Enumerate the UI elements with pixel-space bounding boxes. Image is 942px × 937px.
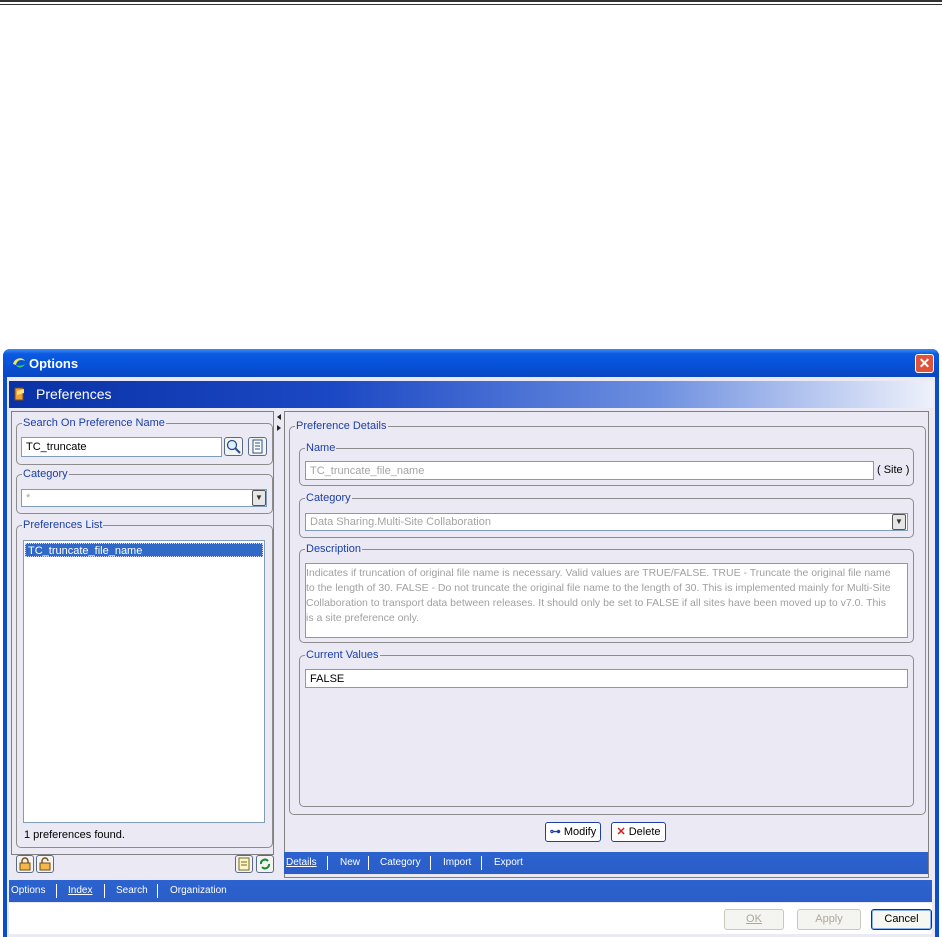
splitter-arrows-icon[interactable] xyxy=(276,412,282,432)
magnifier-icon xyxy=(226,439,241,454)
search-input[interactable]: TC_truncate xyxy=(21,437,222,457)
list-view-button[interactable] xyxy=(248,437,267,456)
close-button[interactable]: ✕ xyxy=(915,354,934,373)
tab-new[interactable]: New xyxy=(340,857,360,868)
delete-button[interactable]: ✕ Delete xyxy=(611,822,666,842)
search-button[interactable] xyxy=(224,437,243,456)
top-rule xyxy=(0,0,942,5)
description-line: Collaboration to transport data between … xyxy=(306,597,886,609)
document-icon xyxy=(238,857,250,871)
tab-separator xyxy=(368,856,369,870)
delete-label: Delete xyxy=(628,826,661,838)
search-legend: Search On Preference Name xyxy=(22,416,166,430)
details-category-dropdown[interactable]: ▼ xyxy=(892,514,906,530)
tab-search[interactable]: Search xyxy=(116,885,148,896)
name-legend: Name xyxy=(305,441,337,455)
left-category-select[interactable]: * xyxy=(21,489,267,507)
preferences-title: Preferences xyxy=(36,386,112,402)
export-list-button[interactable] xyxy=(235,855,253,873)
tab-export[interactable]: Export xyxy=(494,857,523,868)
modify-label: Modify xyxy=(563,826,597,838)
preferences-list[interactable]: TC_truncate_file_name xyxy=(23,540,265,823)
preferences-list-legend: Preferences List xyxy=(22,518,104,532)
description-line: is a site preference only. xyxy=(306,612,420,624)
details-category-legend: Category xyxy=(305,491,352,505)
ok-button[interactable]: OK xyxy=(724,909,784,930)
lock-icon xyxy=(19,857,31,871)
key-icon: ⊶ xyxy=(549,826,561,838)
list-item[interactable]: TC_truncate_file_name xyxy=(25,543,263,557)
description-line: Indicates if truncation of original file… xyxy=(306,567,891,579)
bottom-tab-bar: Options Index Search Organization xyxy=(9,880,932,902)
delete-icon: ✕ xyxy=(616,826,626,838)
current-values-legend: Current Values xyxy=(305,648,380,662)
tab-category[interactable]: Category xyxy=(380,857,421,868)
tab-import[interactable]: Import xyxy=(443,857,471,868)
chevron-down-icon: ▼ xyxy=(895,517,903,526)
cancel-button[interactable]: Cancel xyxy=(871,909,932,930)
unlock-icon xyxy=(39,857,51,871)
footer-bar xyxy=(9,903,932,934)
details-tab-bar: Details New Category Import Export xyxy=(284,852,928,874)
lock-button[interactable] xyxy=(16,855,34,873)
tab-index[interactable]: Index xyxy=(68,885,92,896)
document-list-icon xyxy=(252,439,263,454)
unlock-button[interactable] xyxy=(36,855,54,873)
window-title: Options xyxy=(29,356,79,371)
current-value-field[interactable]: FALSE xyxy=(305,669,908,688)
preferences-header: Preferences xyxy=(9,381,933,408)
title-bar[interactable]: Options ✕ xyxy=(3,349,939,377)
preference-details-legend: Preference Details xyxy=(295,419,388,433)
tab-separator xyxy=(481,856,482,870)
tab-separator xyxy=(157,884,158,898)
preferences-icon xyxy=(14,387,24,401)
tab-separator xyxy=(430,856,431,870)
apply-button[interactable]: Apply xyxy=(797,909,861,930)
description-text: Indicates if truncation of original file… xyxy=(306,566,904,626)
description-line: to the length of 30. FALSE - Do not trun… xyxy=(306,582,891,594)
tab-separator xyxy=(104,884,105,898)
left-category-dropdown[interactable]: ▼ xyxy=(252,490,266,506)
refresh-icon xyxy=(260,858,270,870)
modify-button[interactable]: ⊶ Modify xyxy=(545,822,601,842)
tab-separator xyxy=(327,856,328,870)
left-category-legend: Category xyxy=(22,467,69,481)
tab-separator xyxy=(56,884,57,898)
scope-label: ( Site ) xyxy=(877,464,910,476)
refresh-button[interactable] xyxy=(256,855,274,873)
chevron-down-icon: ▼ xyxy=(255,493,263,502)
name-field[interactable]: TC_truncate_file_name xyxy=(305,461,874,480)
details-category-select[interactable]: Data Sharing.Multi-Site Collaboration xyxy=(305,513,908,531)
tab-details[interactable]: Details xyxy=(286,857,317,868)
close-icon: ✕ xyxy=(918,355,931,371)
app-logo-icon xyxy=(13,358,25,368)
tab-organization[interactable]: Organization xyxy=(170,885,227,896)
tab-options[interactable]: Options xyxy=(11,885,45,896)
description-legend: Description xyxy=(305,542,363,556)
preferences-count: 1 preferences found. xyxy=(24,829,125,841)
